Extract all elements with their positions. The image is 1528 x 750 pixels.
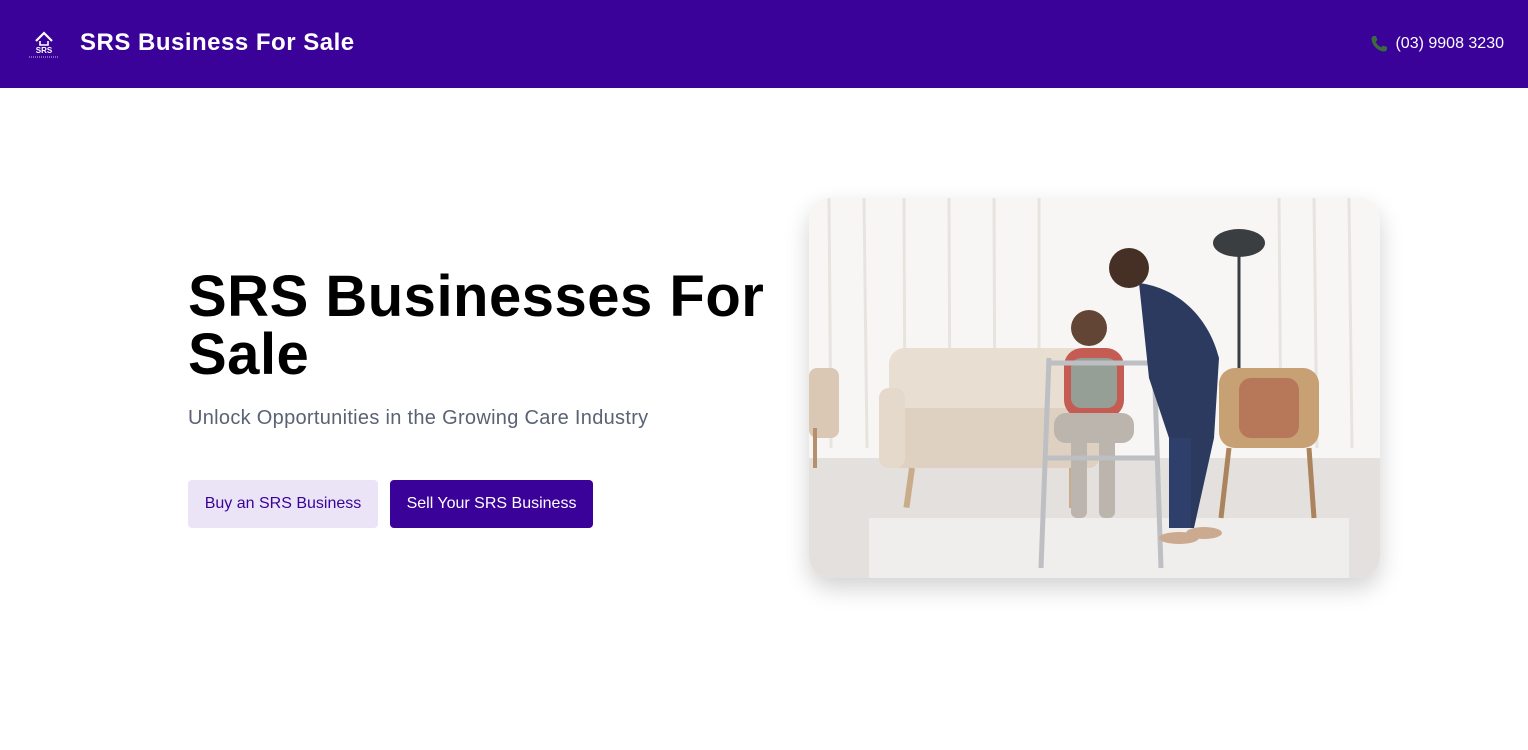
phone-number: (03) 9908 3230 (1395, 35, 1504, 52)
buy-business-button[interactable]: Buy an SRS Business (188, 480, 378, 528)
phone-link[interactable]: (03) 9908 3230 (1369, 32, 1504, 56)
hero-title: SRS Businesses For Sale (188, 264, 765, 387)
sell-business-button[interactable]: Sell Your SRS Business (390, 480, 593, 528)
site-brand-title[interactable]: SRS Business For Sale (80, 28, 355, 58)
phone-icon (1369, 34, 1389, 54)
top-navigation-bar: SRS SRS Business For Sale (03) 9908 3230 (0, 0, 1528, 88)
hero-image (809, 198, 1380, 578)
hero-subtitle: Unlock Opportunities in the Growing Care… (188, 407, 649, 429)
logo-text: SRS (36, 46, 53, 55)
logo[interactable]: SRS (26, 28, 62, 60)
house-roof-icon: SRS (29, 31, 59, 58)
